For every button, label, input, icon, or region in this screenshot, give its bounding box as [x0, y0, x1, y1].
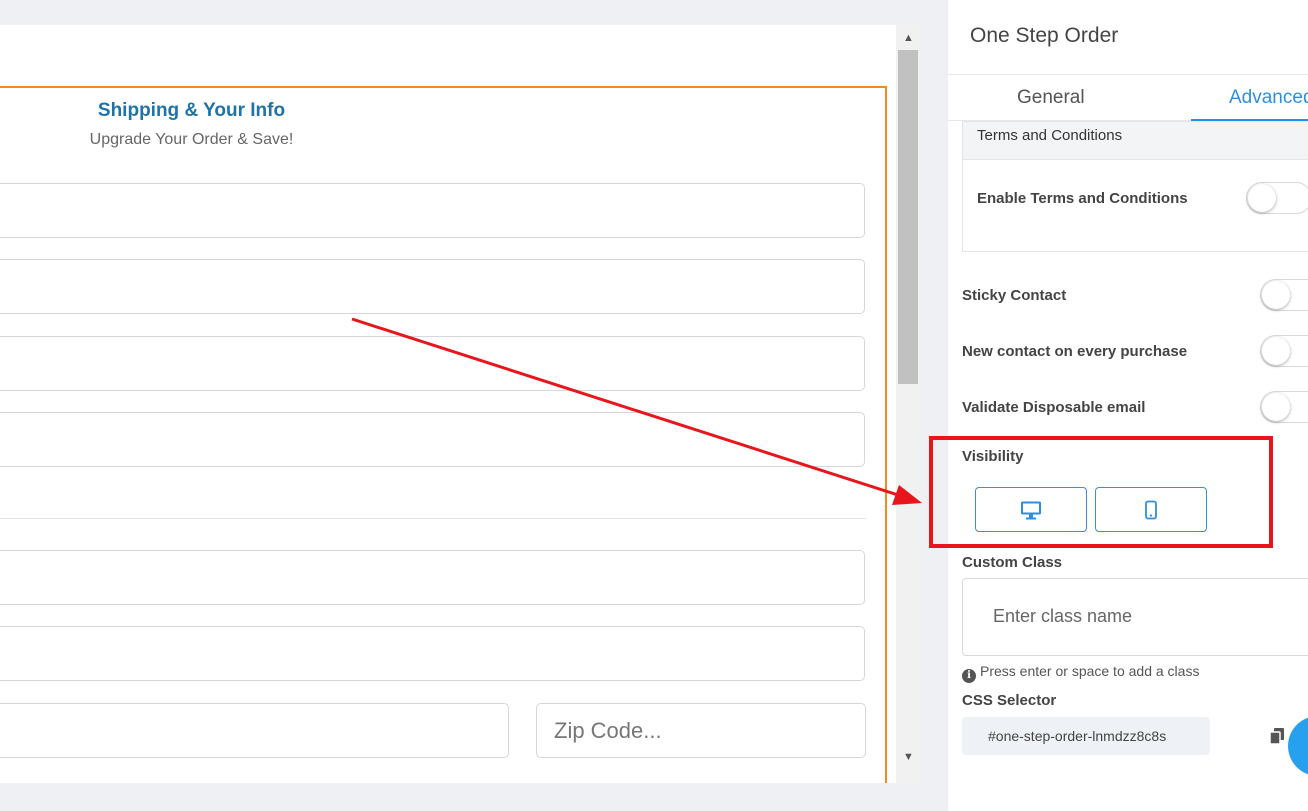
- form-subtitle: Upgrade Your Order & Save!: [89, 131, 294, 148]
- toggle-knob: [1262, 337, 1290, 365]
- form-field[interactable]: [0, 336, 865, 391]
- css-selector-value: #one-step-order-lnmdzz8c8s: [962, 717, 1210, 755]
- form-title: Shipping & Your Info: [97, 100, 286, 121]
- scroll-down-icon[interactable]: ▼: [901, 750, 916, 764]
- custom-class-hint-text: Press enter or space to add a class: [980, 663, 1200, 679]
- sticky-contact-toggle[interactable]: [1260, 279, 1308, 311]
- custom-class-label: Custom Class: [962, 554, 1063, 571]
- toggle-knob: [1262, 393, 1290, 421]
- zip-code-field[interactable]: Zip Code...: [536, 703, 866, 758]
- canvas-scrollbar[interactable]: ▲ ▼: [896, 25, 921, 783]
- custom-class-input[interactable]: Enter class name: [962, 578, 1308, 656]
- form-field[interactable]: [0, 183, 865, 238]
- toggle-knob: [1262, 281, 1290, 309]
- validate-email-label: Validate Disposable email: [962, 399, 1146, 416]
- info-icon: i: [962, 669, 976, 683]
- city-field[interactable]: [0, 703, 509, 758]
- form-field[interactable]: [0, 412, 865, 467]
- editor-canvas: Shipping & Your Info Upgrade Your Order …: [0, 25, 921, 783]
- toggle-knob: [1248, 184, 1276, 212]
- tab-general[interactable]: General: [1017, 87, 1085, 109]
- css-selector-label: CSS Selector: [962, 692, 1057, 709]
- form-field[interactable]: [0, 550, 865, 605]
- form-field[interactable]: [0, 259, 865, 314]
- new-contact-label: New contact on every purchase: [962, 343, 1188, 360]
- scroll-up-icon[interactable]: ▲: [901, 31, 916, 45]
- settings-panel: One Step Order General Advanced Terms an…: [948, 0, 1308, 811]
- terms-section: Terms and Conditions Enable Terms and Co…: [962, 121, 1308, 252]
- validate-email-toggle[interactable]: [1260, 391, 1308, 423]
- help-fab-button[interactable]: [1288, 716, 1308, 776]
- scroll-thumb[interactable]: [898, 50, 918, 384]
- form-field[interactable]: [0, 626, 865, 681]
- enable-terms-label: Enable Terms and Conditions: [977, 190, 1188, 207]
- divider: [948, 74, 1308, 75]
- copy-icon[interactable]: [1270, 728, 1284, 744]
- custom-class-hint: i Press enter or space to add a class: [962, 663, 1199, 683]
- form-divider: [0, 518, 866, 519]
- sticky-contact-label: Sticky Contact: [962, 287, 1067, 304]
- enable-terms-toggle[interactable]: [1246, 182, 1308, 214]
- terms-section-header[interactable]: Terms and Conditions: [963, 122, 1308, 160]
- new-contact-toggle[interactable]: [1260, 335, 1308, 367]
- tab-advanced[interactable]: Advanced: [1229, 87, 1308, 109]
- terms-section-title: Terms and Conditions: [977, 127, 1123, 144]
- annotation-highlight-box: [929, 436, 1273, 548]
- panel-title: One Step Order: [970, 24, 1119, 47]
